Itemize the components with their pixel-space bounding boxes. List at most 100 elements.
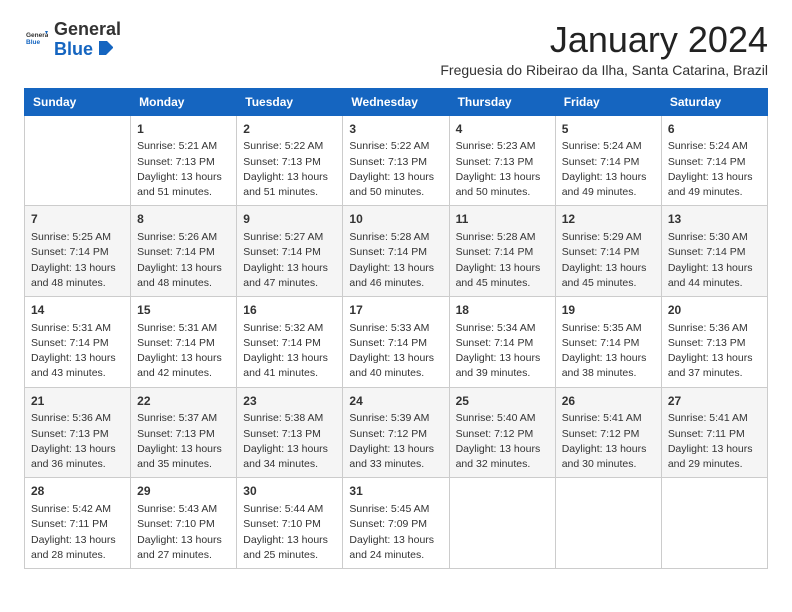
- day-number: 14: [31, 302, 124, 319]
- calendar-cell: 24Sunrise: 5:39 AM Sunset: 7:12 PM Dayli…: [343, 387, 449, 478]
- day-number: 29: [137, 483, 230, 500]
- calendar-cell: 8 Sunrise: 5:26 AM Sunset: 7:14 PM Daylig…: [131, 206, 237, 297]
- day-info: Sunrise: 5:26 AM Sunset: 7:14 PM Dayligh…: [137, 230, 230, 291]
- day-info: Sunrise: 5:29 AM Sunset: 7:14 PM Dayligh…: [562, 230, 655, 291]
- day-info: Sunrise: 5:40 AM Sunset: 7:12 PM Dayligh…: [456, 411, 549, 472]
- day-info: Sunrise: 5:28 AM Sunset: 7:14 PM Dayligh…: [456, 230, 549, 291]
- title-block: January 2024 Freguesia do Ribeirao da Il…: [440, 20, 768, 78]
- svg-text:Blue: Blue: [26, 39, 40, 46]
- day-number: 8: [137, 211, 230, 228]
- calendar-cell: 11Sunrise: 5:28 AM Sunset: 7:14 PM Dayli…: [449, 206, 555, 297]
- column-header-saturday: Saturday: [661, 88, 767, 115]
- day-number: 20: [668, 302, 761, 319]
- column-header-monday: Monday: [131, 88, 237, 115]
- day-info: Sunrise: 5:37 AM Sunset: 7:13 PM Dayligh…: [137, 411, 230, 472]
- day-info: Sunrise: 5:31 AM Sunset: 7:14 PM Dayligh…: [31, 321, 124, 382]
- day-number: 4: [456, 121, 549, 138]
- calendar-cell: 31 Sunrise: 5:45 AM Sunset: 7:09 PM Dayli…: [343, 478, 449, 569]
- day-info: Sunrise: 5:32 AM Sunset: 7:14 PM Dayligh…: [243, 321, 336, 382]
- day-info: Sunrise: 5:41 AM Sunset: 7:12 PM Dayligh…: [562, 411, 655, 472]
- calendar-cell: [555, 478, 661, 569]
- logo-arrow-icon: [99, 41, 113, 55]
- day-number: 16: [243, 302, 336, 319]
- calendar-cell: 15 Sunrise: 5:31 AM Sunset: 7:14 PM Dayli…: [131, 296, 237, 387]
- day-number: 7: [31, 211, 124, 228]
- day-number: 17: [349, 302, 442, 319]
- day-info: Sunrise: 5:38 AM Sunset: 7:13 PM Dayligh…: [243, 411, 336, 472]
- logo-blue-text: Blue: [54, 39, 93, 59]
- day-number: 27: [668, 393, 761, 410]
- day-number: 1: [137, 121, 230, 138]
- day-info: Sunrise: 5:36 AM Sunset: 7:13 PM Dayligh…: [31, 411, 124, 472]
- calendar-cell: 13Sunrise: 5:30 AM Sunset: 7:14 PM Dayli…: [661, 206, 767, 297]
- calendar-cell: 5Sunrise: 5:24 AM Sunset: 7:14 PM Daylig…: [555, 115, 661, 206]
- calendar-cell: 14 Sunrise: 5:31 AM Sunset: 7:14 PM Dayli…: [25, 296, 131, 387]
- column-header-sunday: Sunday: [25, 88, 131, 115]
- day-number: 23: [243, 393, 336, 410]
- day-number: 25: [456, 393, 549, 410]
- calendar-cell: 25Sunrise: 5:40 AM Sunset: 7:12 PM Dayli…: [449, 387, 555, 478]
- logo-general-text: General: [54, 19, 121, 39]
- calendar-cell: 6Sunrise: 5:24 AM Sunset: 7:14 PM Daylig…: [661, 115, 767, 206]
- day-number: 9: [243, 211, 336, 228]
- day-number: 30: [243, 483, 336, 500]
- day-number: 15: [137, 302, 230, 319]
- logo-icon: General Blue: [26, 27, 48, 49]
- day-info: Sunrise: 5:33 AM Sunset: 7:14 PM Dayligh…: [349, 321, 442, 382]
- calendar-cell: 1Sunrise: 5:21 AM Sunset: 7:13 PM Daylig…: [131, 115, 237, 206]
- calendar-cell: 27Sunrise: 5:41 AM Sunset: 7:11 PM Dayli…: [661, 387, 767, 478]
- calendar-cell: [449, 478, 555, 569]
- calendar-cell: 12 Sunrise: 5:29 AM Sunset: 7:14 PM Dayli…: [555, 206, 661, 297]
- column-header-wednesday: Wednesday: [343, 88, 449, 115]
- day-info: Sunrise: 5:34 AM Sunset: 7:14 PM Dayligh…: [456, 321, 549, 382]
- day-number: 22: [137, 393, 230, 410]
- calendar-cell: 19Sunrise: 5:35 AM Sunset: 7:14 PM Dayli…: [555, 296, 661, 387]
- calendar-cell: 29 Sunrise: 5:43 AM Sunset: 7:10 PM Dayli…: [131, 478, 237, 569]
- day-info: Sunrise: 5:24 AM Sunset: 7:14 PM Dayligh…: [668, 139, 761, 200]
- calendar-cell: 21Sunrise: 5:36 AM Sunset: 7:13 PM Dayli…: [25, 387, 131, 478]
- calendar-cell: 16 Sunrise: 5:32 AM Sunset: 7:14 PM Dayli…: [237, 296, 343, 387]
- svg-text:General: General: [26, 32, 48, 39]
- day-info: Sunrise: 5:25 AM Sunset: 7:14 PM Dayligh…: [31, 230, 124, 291]
- day-info: Sunrise: 5:22 AM Sunset: 7:13 PM Dayligh…: [243, 139, 336, 200]
- week-row-3: 14 Sunrise: 5:31 AM Sunset: 7:14 PM Dayli…: [25, 296, 768, 387]
- subtitle: Freguesia do Ribeirao da Ilha, Santa Cat…: [440, 62, 768, 78]
- column-header-thursday: Thursday: [449, 88, 555, 115]
- week-row-4: 21Sunrise: 5:36 AM Sunset: 7:13 PM Dayli…: [25, 387, 768, 478]
- calendar-cell: 9 Sunrise: 5:27 AM Sunset: 7:14 PM Daylig…: [237, 206, 343, 297]
- day-info: Sunrise: 5:23 AM Sunset: 7:13 PM Dayligh…: [456, 139, 549, 200]
- day-info: Sunrise: 5:43 AM Sunset: 7:10 PM Dayligh…: [137, 502, 230, 563]
- column-header-tuesday: Tuesday: [237, 88, 343, 115]
- day-info: Sunrise: 5:45 AM Sunset: 7:09 PM Dayligh…: [349, 502, 442, 563]
- calendar-cell: [661, 478, 767, 569]
- day-number: 6: [668, 121, 761, 138]
- day-number: 31: [349, 483, 442, 500]
- day-info: Sunrise: 5:31 AM Sunset: 7:14 PM Dayligh…: [137, 321, 230, 382]
- page-header: General Blue General Blue January 2024 F…: [24, 20, 768, 78]
- calendar-cell: 18Sunrise: 5:34 AM Sunset: 7:14 PM Dayli…: [449, 296, 555, 387]
- day-info: Sunrise: 5:36 AM Sunset: 7:13 PM Dayligh…: [668, 321, 761, 382]
- calendar-cell: 22Sunrise: 5:37 AM Sunset: 7:13 PM Dayli…: [131, 387, 237, 478]
- header-row: SundayMondayTuesdayWednesdayThursdayFrid…: [25, 88, 768, 115]
- day-number: 21: [31, 393, 124, 410]
- calendar-cell: 2Sunrise: 5:22 AM Sunset: 7:13 PM Daylig…: [237, 115, 343, 206]
- day-number: 13: [668, 211, 761, 228]
- month-title: January 2024: [440, 20, 768, 60]
- column-header-friday: Friday: [555, 88, 661, 115]
- day-info: Sunrise: 5:41 AM Sunset: 7:11 PM Dayligh…: [668, 411, 761, 472]
- day-info: Sunrise: 5:24 AM Sunset: 7:14 PM Dayligh…: [562, 139, 655, 200]
- day-info: Sunrise: 5:28 AM Sunset: 7:14 PM Dayligh…: [349, 230, 442, 291]
- day-number: 10: [349, 211, 442, 228]
- day-number: 24: [349, 393, 442, 410]
- week-row-5: 28Sunrise: 5:42 AM Sunset: 7:11 PM Dayli…: [25, 478, 768, 569]
- calendar-cell: 3Sunrise: 5:22 AM Sunset: 7:13 PM Daylig…: [343, 115, 449, 206]
- day-info: Sunrise: 5:27 AM Sunset: 7:14 PM Dayligh…: [243, 230, 336, 291]
- day-number: 12: [562, 211, 655, 228]
- calendar-cell: 30 Sunrise: 5:44 AM Sunset: 7:10 PM Dayli…: [237, 478, 343, 569]
- calendar-cell: 26Sunrise: 5:41 AM Sunset: 7:12 PM Dayli…: [555, 387, 661, 478]
- day-info: Sunrise: 5:44 AM Sunset: 7:10 PM Dayligh…: [243, 502, 336, 563]
- calendar-table: SundayMondayTuesdayWednesdayThursdayFrid…: [24, 88, 768, 569]
- day-info: Sunrise: 5:35 AM Sunset: 7:14 PM Dayligh…: [562, 321, 655, 382]
- week-row-2: 7 Sunrise: 5:25 AM Sunset: 7:14 PM Daylig…: [25, 206, 768, 297]
- logo: General Blue General Blue: [24, 20, 121, 61]
